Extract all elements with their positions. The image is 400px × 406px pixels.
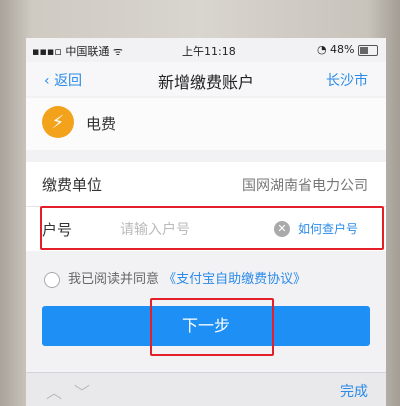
status-carrier: ▪▪▪▫ 中国联通 ᯤ xyxy=(32,43,123,59)
status-time: 上午11:18 xyxy=(182,45,236,58)
done-button[interactable]: 完成 xyxy=(340,381,368,401)
payment-unit-row[interactable]: 缴费单位 国网湖南省电力公司 xyxy=(26,162,386,206)
agreement-checkbox[interactable] xyxy=(44,271,60,288)
payment-unit-label: 缴费单位 xyxy=(42,176,103,194)
status-right: ◔ 48% xyxy=(317,43,378,56)
chevron-down-icon[interactable]: ﹀ xyxy=(74,379,90,403)
lock-rotation-icon: ◔ xyxy=(316,43,331,56)
status-bar: ▪▪▪▫ 中国联通 ᯤ 上午11:18 ◔ 48% xyxy=(26,38,386,60)
agreement-text: 我已阅读并同意 xyxy=(68,272,160,287)
bill-type-label: 电费 xyxy=(86,115,117,133)
bill-type-header: ⚡ 电费 xyxy=(26,98,386,150)
keyboard-toolbar: ︿ ﹀ 完成 xyxy=(26,372,386,406)
battery-icon xyxy=(358,44,378,56)
signal-icon: ▪▪▪▫ xyxy=(32,45,66,58)
wifi-icon: ᯤ xyxy=(112,45,123,58)
phone-frame: ▪▪▪▫ 中国联通 ᯤ 上午11:18 ◔ 48% ‹ 返回 新增缴费账户 长沙… xyxy=(0,0,400,406)
lightning-icon: ⚡ xyxy=(42,106,74,138)
next-button-highlight xyxy=(150,298,274,356)
chevron-up-icon[interactable]: ︿ xyxy=(46,379,62,403)
payment-unit-value: 国网湖南省电力公司 xyxy=(242,178,368,194)
city-selector[interactable]: 长沙市 xyxy=(326,70,368,90)
agreement-link[interactable]: 《支付宝自助缴费协议》 xyxy=(163,272,306,287)
agreement-row[interactable]: 我已阅读并同意 《支付宝自助缴费协议》 xyxy=(44,268,306,288)
carrier-label: 中国联通 xyxy=(65,45,110,58)
battery-percent: 48% xyxy=(330,43,355,56)
nav-bar: ‹ 返回 新增缴费账户 长沙市 xyxy=(26,62,386,96)
account-row-highlight xyxy=(40,206,384,250)
